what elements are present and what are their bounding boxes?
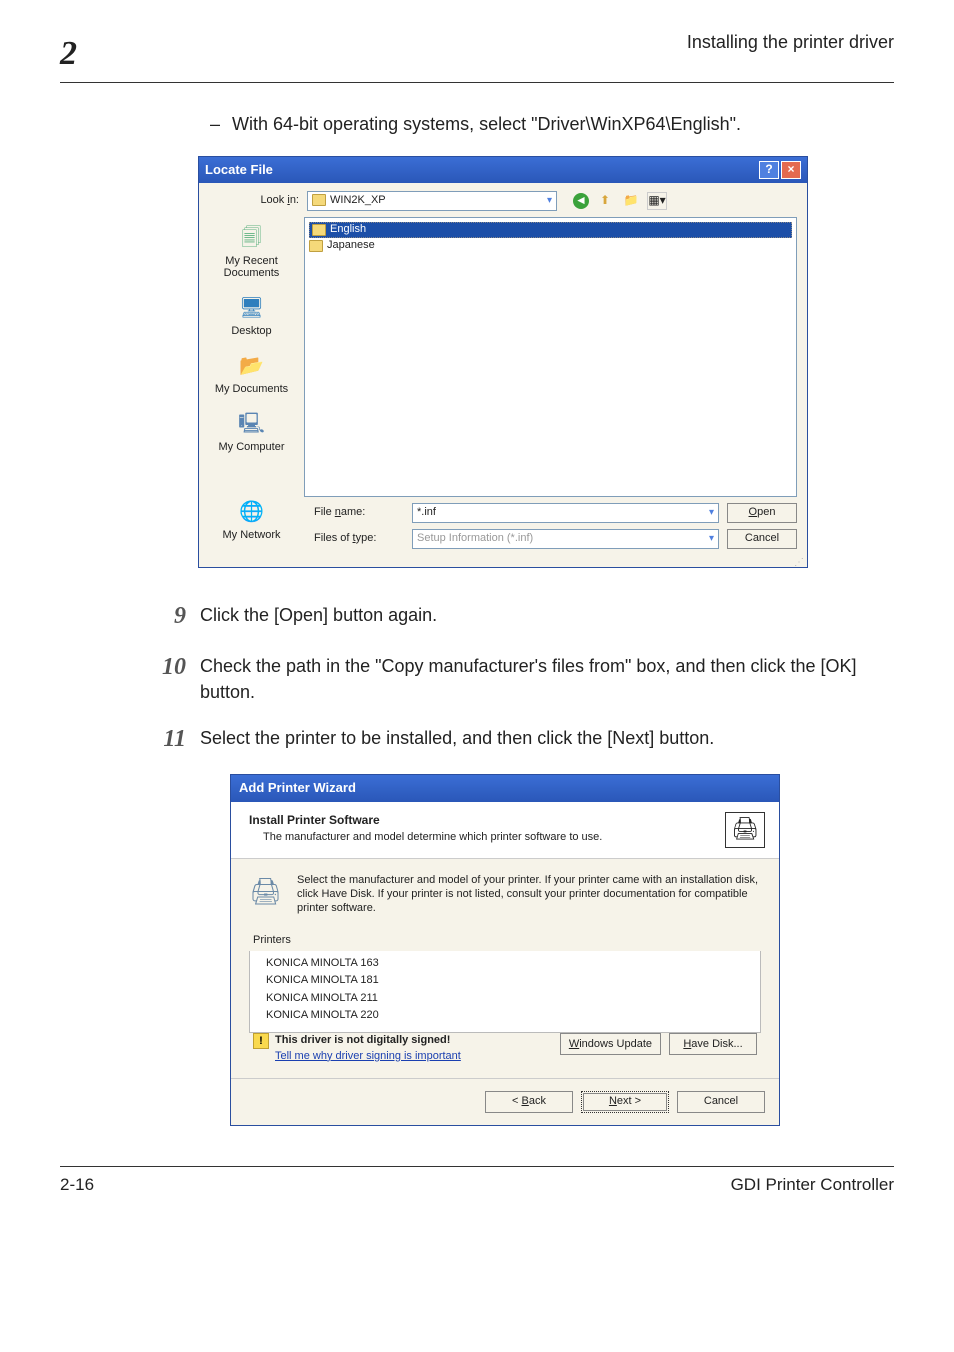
dialog-titlebar: Locate File ? × xyxy=(199,157,807,183)
filename-value: *.inf xyxy=(417,505,436,520)
signing-link[interactable]: Tell me why driver signing is important xyxy=(275,1050,461,1062)
wizard-subheading: The manufacturer and model determine whi… xyxy=(263,830,602,845)
folder-icon xyxy=(312,194,326,206)
place-mydocs[interactable]: 📂 My Documents xyxy=(215,351,288,395)
place-mynet[interactable]: 🌐 My Network xyxy=(222,497,280,541)
printer-item[interactable]: KONICA MINOLTA 163 xyxy=(266,955,744,972)
filename-label: File name: xyxy=(314,505,404,520)
folder-english-label: English xyxy=(330,222,366,237)
intro-text: With 64-bit operating systems, select "D… xyxy=(232,111,741,138)
filename-input[interactable]: *.inf ▾ xyxy=(412,503,719,523)
step-number: 11 xyxy=(150,723,186,757)
page-header: 2 Installing the printer driver xyxy=(60,30,894,83)
new-folder-icon[interactable]: 📁 xyxy=(621,192,641,210)
lookin-label: Look in: xyxy=(209,193,299,208)
printer-item[interactable]: KONICA MINOLTA 220 xyxy=(266,1007,744,1024)
filetype-label: Files of type: xyxy=(314,531,404,546)
up-one-level-icon[interactable]: ⬆ xyxy=(595,192,615,210)
add-printer-wizard-dialog: Add Printer Wizard Install Printer Softw… xyxy=(230,774,780,1126)
place-mycomp-label: My Computer xyxy=(218,441,284,453)
back-button[interactable]: < Back xyxy=(485,1091,573,1113)
resize-grip-icon[interactable]: ⋰ xyxy=(199,559,807,567)
chapter-number: 2 xyxy=(60,30,77,78)
next-button[interactable]: Next > xyxy=(581,1091,669,1113)
place-mydocs-label: My Documents xyxy=(215,383,288,395)
place-recent[interactable]: 🗐 My Recent Documents xyxy=(199,223,304,279)
step-text: Check the path in the "Copy manufacturer… xyxy=(200,651,894,704)
place-mynet-label: My Network xyxy=(222,529,280,541)
place-mycomp[interactable]: 🖳 My Computer xyxy=(218,409,284,453)
printers-listbox[interactable]: KONICA MINOLTA 163 KONICA MINOLTA 181 KO… xyxy=(249,951,761,1034)
desktop-icon: 🖥 xyxy=(234,293,268,323)
intro-note: – With 64-bit operating systems, select … xyxy=(60,111,894,138)
filetype-input: Setup Information (*.inf) ▾ xyxy=(412,529,719,549)
step-10: 10 Check the path in the "Copy manufactu… xyxy=(60,651,894,704)
step-11: 11 Select the printer to be installed, a… xyxy=(60,723,894,757)
step-9: 9 Click the [Open] button again. xyxy=(60,600,894,634)
folder-japanese[interactable]: Japanese xyxy=(309,238,792,254)
folder-icon xyxy=(312,224,326,236)
wizard-title: Add Printer Wizard xyxy=(231,775,779,801)
dialog-title-text: Locate File xyxy=(205,161,273,179)
header-title: Installing the printer driver xyxy=(687,30,894,55)
recent-documents-icon: 🗐 xyxy=(235,223,269,253)
back-icon[interactable]: ◄ xyxy=(573,193,589,209)
places-bar: 🗐 My Recent Documents 🖥 Desktop 📂 My Doc… xyxy=(199,217,304,497)
lookin-value: WIN2K_XP xyxy=(330,194,386,206)
printer-banner-icon: 🖨 xyxy=(725,812,765,848)
filetype-value: Setup Information (*.inf) xyxy=(417,531,533,546)
chevron-down-icon: ▾ xyxy=(547,194,552,208)
lookin-dropdown[interactable]: WIN2K_XP ▾ xyxy=(307,191,557,211)
folder-japanese-label: Japanese xyxy=(327,238,375,253)
close-button[interactable]: × xyxy=(781,161,801,179)
place-desktop[interactable]: 🖥 Desktop xyxy=(231,293,271,337)
warning-icon: ! xyxy=(253,1033,269,1049)
help-button[interactable]: ? xyxy=(759,161,779,179)
wizard-heading: Install Printer Software xyxy=(249,812,602,829)
step-number: 10 xyxy=(150,651,186,704)
folder-english[interactable]: English xyxy=(309,222,792,238)
wizard-info-text: Select the manufacturer and model of you… xyxy=(297,873,761,916)
folder-icon xyxy=(309,240,323,252)
step-text: Select the printer to be installed, and … xyxy=(200,723,714,757)
page-number: 2-16 xyxy=(60,1173,94,1197)
my-network-icon: 🌐 xyxy=(235,497,269,527)
have-disk-button[interactable]: Have Disk... xyxy=(669,1033,757,1055)
place-desktop-label: Desktop xyxy=(231,325,271,337)
step-text: Click the [Open] button again. xyxy=(200,600,437,634)
step-number: 9 xyxy=(150,600,186,634)
wizard-cancel-button[interactable]: Cancel xyxy=(677,1091,765,1113)
printer-item[interactable]: KONICA MINOLTA 211 xyxy=(266,990,744,1007)
my-documents-icon: 📂 xyxy=(234,351,268,381)
views-icon[interactable]: ▦▾ xyxy=(647,192,667,210)
printers-label: Printers xyxy=(249,933,761,948)
file-list-area[interactable]: English Japanese xyxy=(304,217,797,497)
chevron-down-icon: ▾ xyxy=(709,506,714,520)
place-recent-label: My Recent Documents xyxy=(199,255,304,279)
chevron-down-icon: ▾ xyxy=(709,532,714,546)
my-computer-icon: 🖳 xyxy=(235,409,269,439)
dash-bullet: – xyxy=(210,111,220,138)
windows-update-button[interactable]: Windows Update xyxy=(560,1033,661,1055)
printer-item[interactable]: KONICA MINOLTA 181 xyxy=(266,972,744,989)
locate-file-dialog: Locate File ? × Look in: WIN2K_XP ▾ ◄ ⬆ … xyxy=(198,156,808,568)
signing-warning: This driver is not digitally signed! xyxy=(275,1033,461,1048)
cancel-button[interactable]: Cancel xyxy=(727,529,797,549)
doc-title: GDI Printer Controller xyxy=(731,1173,894,1197)
open-button[interactable]: Open xyxy=(727,503,797,523)
printer-icon: 🖨 xyxy=(249,873,287,903)
page-footer: 2-16 GDI Printer Controller xyxy=(60,1166,894,1197)
